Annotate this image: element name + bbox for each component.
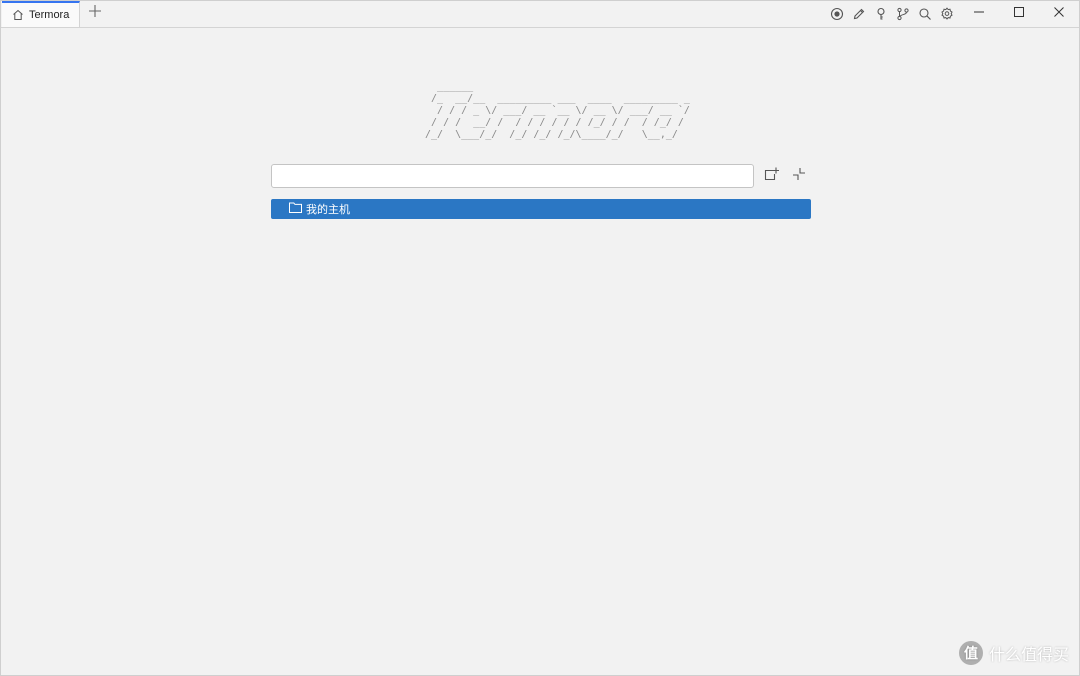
- watermark-text: 什么值得买: [988, 647, 1069, 664]
- window-controls: [959, 1, 1079, 27]
- toolbar: [829, 6, 955, 22]
- watermark: 值 什么值得买: [958, 641, 1069, 665]
- new-tab-button[interactable]: [87, 4, 103, 23]
- add-host-button[interactable]: [761, 166, 781, 186]
- collapse-all-button[interactable]: [789, 166, 809, 186]
- watermark-badge: 值: [958, 641, 983, 665]
- search-input[interactable]: [271, 164, 754, 188]
- maximize-icon: [1013, 5, 1025, 23]
- home-icon: [12, 9, 24, 21]
- minimize-icon: [973, 5, 985, 23]
- collapse-icon: [790, 165, 808, 188]
- add-host-icon: [762, 165, 780, 188]
- pencil-icon[interactable]: [851, 6, 867, 22]
- tab-termora[interactable]: Termora: [2, 1, 80, 27]
- plus-icon: [88, 4, 102, 23]
- termora-ascii-logo: ______ /_ __/__ _________ ___ ____ _____…: [425, 81, 690, 140]
- tab-label: Termora: [29, 9, 70, 21]
- key-icon[interactable]: [873, 6, 889, 22]
- search-icon[interactable]: [917, 6, 933, 22]
- branch-icon[interactable]: [895, 6, 911, 22]
- host-tree-item-label: 我的主机: [306, 204, 350, 216]
- close-icon: [1053, 5, 1065, 23]
- app-window: Termora ______ /_ __/__ _________ ___ __…: [0, 0, 1080, 676]
- minimize-button[interactable]: [959, 1, 999, 27]
- gear-icon[interactable]: [939, 6, 955, 22]
- host-tree-item-my-hosts[interactable]: 我的主机: [271, 199, 811, 219]
- close-button[interactable]: [1039, 1, 1079, 27]
- title-bar: Termora: [1, 1, 1079, 28]
- folder-icon: [289, 202, 302, 216]
- record-icon[interactable]: [829, 6, 845, 22]
- maximize-button[interactable]: [999, 1, 1039, 27]
